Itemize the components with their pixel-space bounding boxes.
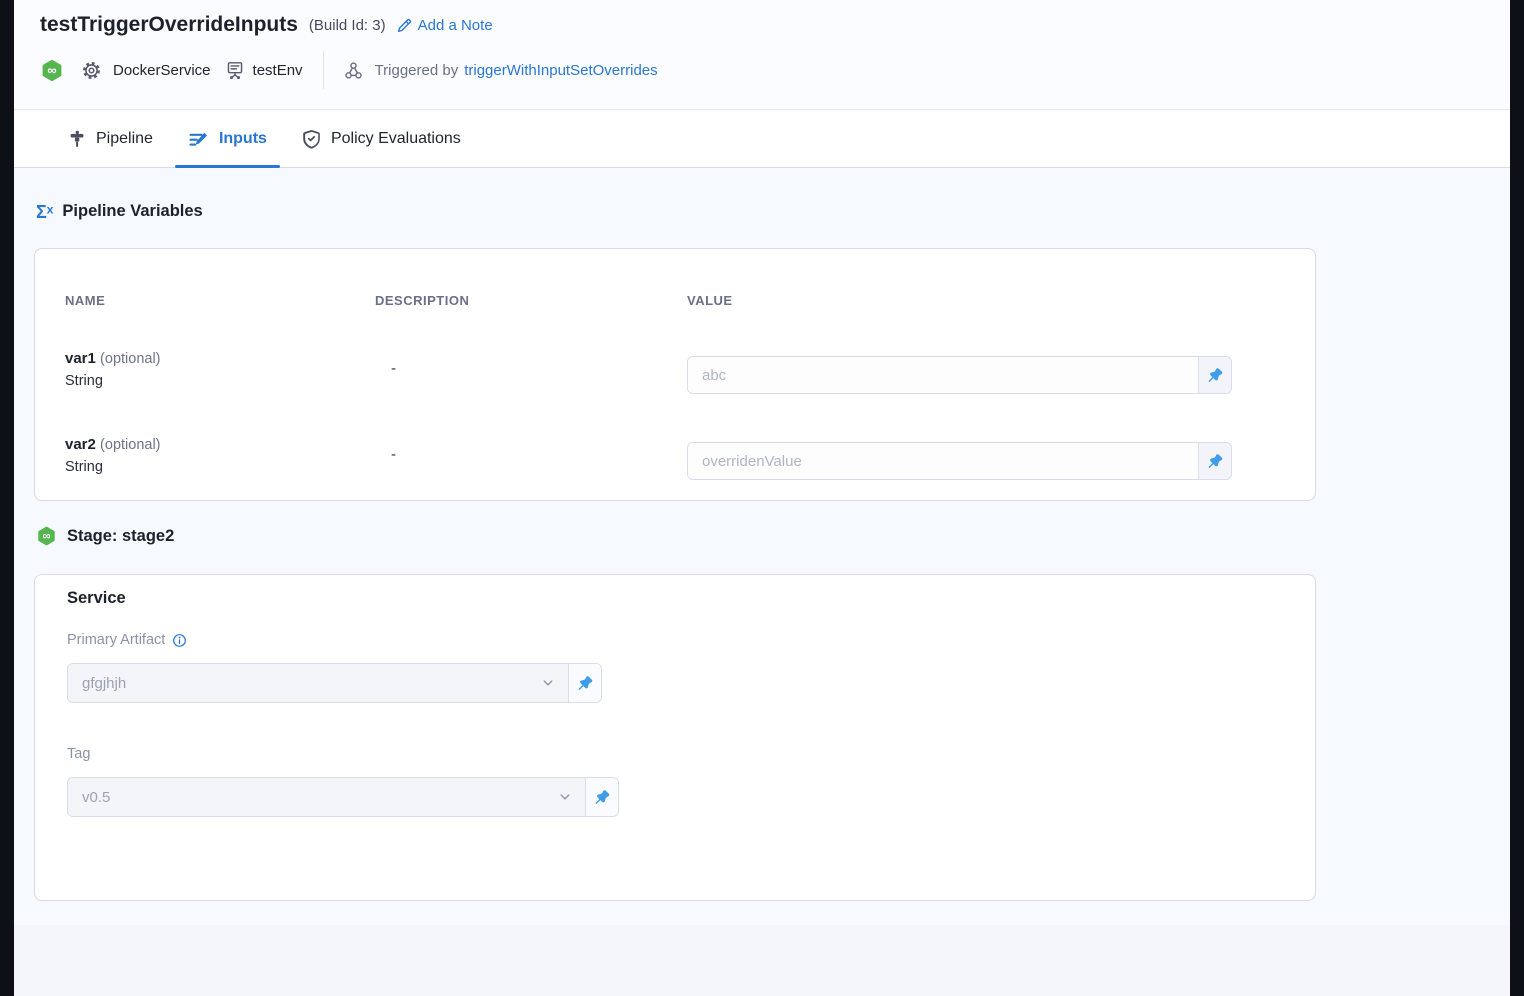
chevron-down-icon [541,676,555,690]
variables-table: NAME DESCRIPTION VALUE var1 (optional) S… [35,249,1315,480]
variable-description: - [375,434,687,463]
gear-icon [82,61,101,80]
add-note-link[interactable]: Add a Note [397,17,493,34]
tag-value: v0.5 [82,789,110,806]
variable-name-cell: var1 (optional) String [65,348,375,392]
harness-cd-icon: ∞ [40,58,64,83]
info-icon[interactable] [172,633,187,648]
meta-row: ∞ DockerService [40,50,658,90]
vertical-divider [323,51,324,89]
inputs-tab-content: Σˣ Pipeline Variables NAME DESCRIPTION V… [14,168,1510,996]
pin-button[interactable] [568,664,601,702]
pencil-icon [397,18,412,33]
pin-icon [578,676,592,690]
pipeline-icon [68,130,86,148]
execution-page: testTriggerOverrideInputs (Build Id: 3) … [14,0,1510,996]
primary-artifact-label-row: Primary Artifact [67,632,187,648]
tab-pipeline[interactable]: Pipeline [55,111,166,167]
content-footer [14,925,1510,996]
variable-value-input[interactable] [688,443,1198,479]
service-card: Service Primary Artifact gfgjhjh [34,574,1316,901]
tag-label-row: Tag [67,746,90,762]
tab-policy-evaluations-label: Policy Evaluations [331,130,461,148]
environment-name: testEnv [253,62,303,79]
table-header-row: NAME DESCRIPTION VALUE [65,293,1285,308]
pin-icon [1208,368,1222,382]
column-name: NAME [65,293,375,308]
stage-cd-icon: ∞ [36,525,57,547]
page-title: testTriggerOverrideInputs [40,13,298,37]
title-row: testTriggerOverrideInputs (Build Id: 3) … [40,13,493,37]
primary-artifact-value: gfgjhjh [82,675,126,692]
pin-button[interactable] [1198,357,1231,393]
tag-select[interactable]: v0.5 [68,778,585,816]
column-description: DESCRIPTION [375,293,687,308]
add-note-label: Add a Note [418,17,493,34]
build-id: (Build Id: 3) [309,17,386,34]
triggered-by-label: Triggered by [375,62,459,79]
tab-pipeline-label: Pipeline [96,130,153,148]
tab-inputs[interactable]: Inputs [175,111,280,167]
variable-name-cell: var2 (optional) String [65,434,375,478]
screen: testTriggerOverrideInputs (Build Id: 3) … [0,0,1524,996]
pin-icon [1208,454,1222,468]
chevron-down-icon [558,790,572,804]
variable-value-cell [687,434,1285,480]
tag-select-group: v0.5 [67,777,619,817]
pipeline-variables-heading: Σˣ Pipeline Variables [36,202,203,221]
tab-policy-evaluations[interactable]: Policy Evaluations [289,111,474,167]
environment-icon [226,61,244,79]
pin-button[interactable] [585,778,618,816]
pipeline-variables-title: Pipeline Variables [62,202,202,221]
stage-title: Stage: stage2 [67,527,174,546]
primary-artifact-select-group: gfgjhjh [67,663,602,703]
primary-artifact-label: Primary Artifact [67,632,165,648]
trigger-link[interactable]: triggerWithInputSetOverrides [464,62,657,79]
variable-value-cell [687,348,1285,394]
variable-optional: (optional) [100,351,160,367]
column-value: VALUE [687,293,1285,308]
variable-name: var1 [65,350,96,367]
pipeline-variables-card: NAME DESCRIPTION VALUE var1 (optional) S… [34,248,1316,501]
service-name: DockerService [113,62,211,79]
variable-optional: (optional) [100,437,160,453]
variable-value-group [687,442,1232,480]
webhook-icon [344,61,363,80]
tab-inputs-label: Inputs [219,130,267,148]
tag-label: Tag [67,746,90,762]
table-row: var1 (optional) String - [65,348,1285,394]
sigma-icon: Σˣ [36,203,53,221]
pin-icon [595,790,609,804]
variable-value-group [687,356,1232,394]
primary-artifact-select[interactable]: gfgjhjh [68,664,568,702]
stage-heading: ∞ Stage: stage2 [36,525,174,547]
svg-text:∞: ∞ [47,62,56,77]
service-section-title: Service [67,589,126,608]
variable-description: - [375,348,687,377]
svg-text:∞: ∞ [42,531,50,543]
variable-name: var2 [65,436,96,453]
shield-check-icon [302,130,321,149]
table-row: var2 (optional) String - [65,434,1285,480]
pin-button[interactable] [1198,443,1231,479]
variable-value-input[interactable] [688,357,1198,393]
inputs-icon [188,131,209,148]
variable-type: String [65,370,375,392]
variable-type: String [65,456,375,478]
tab-bar: Pipeline Inputs [14,111,1510,168]
execution-header: testTriggerOverrideInputs (Build Id: 3) … [14,0,1510,110]
